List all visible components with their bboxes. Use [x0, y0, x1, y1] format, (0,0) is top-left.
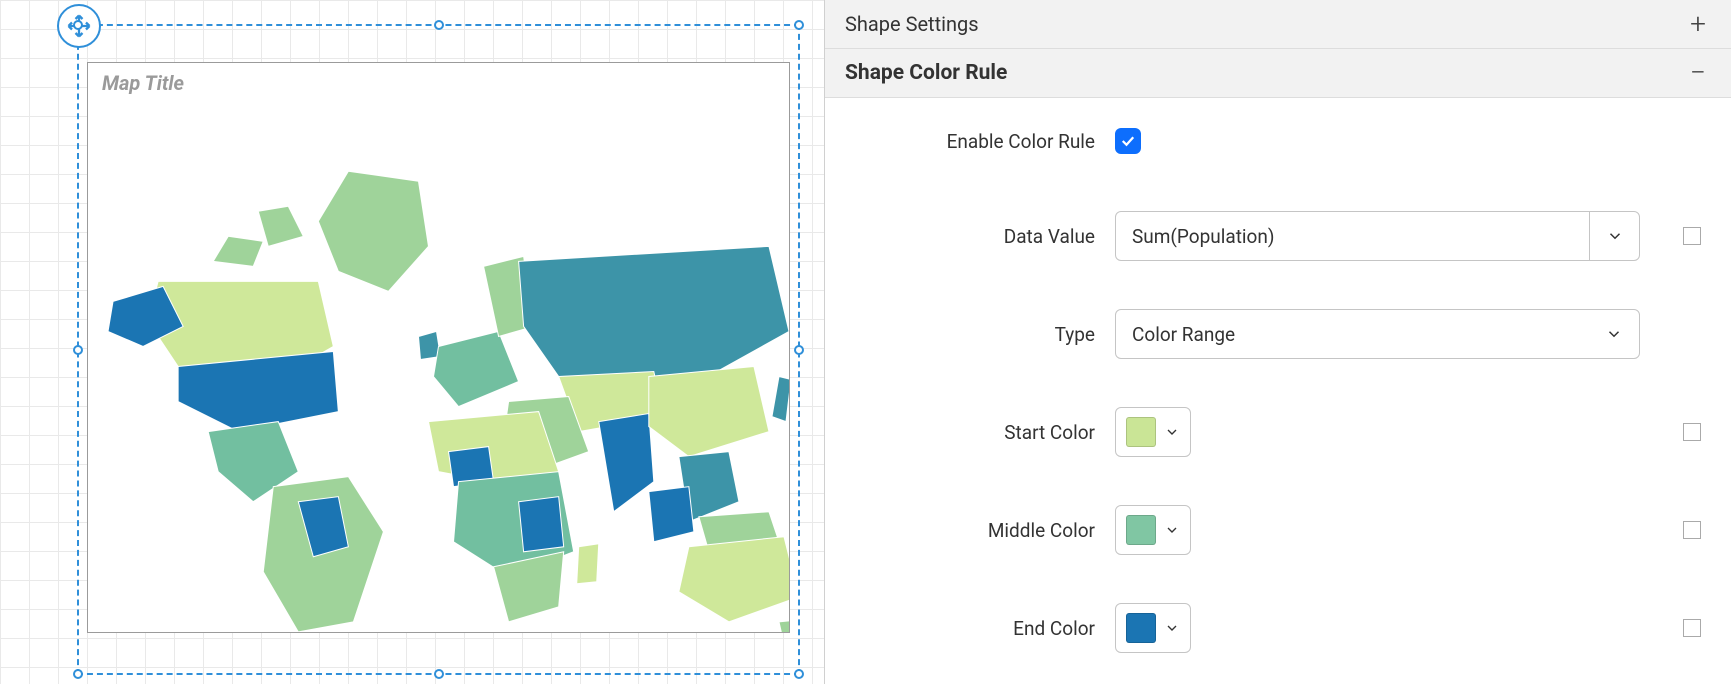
- middle-color-expression-toggle[interactable]: [1683, 521, 1701, 539]
- data-value-expression-toggle[interactable]: [1683, 227, 1701, 245]
- app-root: Map Title: [0, 0, 1731, 684]
- label-type: Type: [855, 323, 1115, 346]
- resize-handle-w[interactable]: [73, 345, 83, 355]
- start-color-picker[interactable]: [1115, 407, 1191, 457]
- collapse-icon: −: [1685, 63, 1711, 83]
- resize-handle-sw[interactable]: [73, 669, 83, 679]
- data-value-selected: Sum(Population): [1116, 212, 1589, 260]
- row-start-color: Start Color: [855, 407, 1701, 457]
- properties-panel: Shape Settings + Shape Color Rule − Enab…: [825, 0, 1731, 684]
- section-title: Shape Color Rule: [845, 61, 1007, 85]
- resize-handle-n[interactable]: [434, 20, 444, 30]
- data-value-select[interactable]: Sum(Population): [1115, 211, 1640, 261]
- type-selected: Color Range: [1116, 310, 1589, 358]
- type-select[interactable]: Color Range: [1115, 309, 1640, 359]
- label-middle-color: Middle Color: [855, 519, 1115, 542]
- label-data-value: Data Value: [855, 225, 1115, 248]
- shape-color-rule-body: Enable Color Rule Data Value Sum(Populat…: [825, 98, 1731, 684]
- design-canvas[interactable]: Map Title: [0, 0, 825, 684]
- label-enable-color-rule: Enable Color Rule: [855, 130, 1115, 153]
- end-color-expression-toggle[interactable]: [1683, 619, 1701, 637]
- chevron-down-icon: [1164, 620, 1180, 636]
- selection-outline[interactable]: Map Title: [77, 24, 800, 675]
- enable-color-rule-checkbox[interactable]: [1115, 128, 1141, 154]
- section-title: Shape Settings: [845, 12, 979, 36]
- row-enable-color-rule: Enable Color Rule: [855, 128, 1701, 155]
- map-report-item[interactable]: Map Title: [87, 62, 790, 633]
- chevron-down-icon: [1164, 522, 1180, 538]
- resize-handle-ne[interactable]: [794, 20, 804, 30]
- section-shape-settings[interactable]: Shape Settings +: [825, 0, 1731, 49]
- resize-handle-nw[interactable]: [73, 20, 83, 30]
- start-color-swatch: [1126, 417, 1156, 447]
- section-shape-color-rule[interactable]: Shape Color Rule −: [825, 49, 1731, 98]
- label-end-color: End Color: [855, 617, 1115, 640]
- resize-handle-s[interactable]: [434, 669, 444, 679]
- resize-handle-se[interactable]: [794, 669, 804, 679]
- row-type: Type Color Range: [855, 309, 1701, 359]
- start-color-expression-toggle[interactable]: [1683, 423, 1701, 441]
- chevron-down-icon: [1164, 424, 1180, 440]
- map-title: Map Title: [102, 71, 184, 95]
- row-data-value: Data Value Sum(Population): [855, 211, 1701, 261]
- expand-icon: +: [1685, 14, 1711, 34]
- row-end-color: End Color: [855, 603, 1701, 653]
- world-map-graphic: [88, 101, 789, 632]
- chevron-down-icon: [1589, 212, 1639, 260]
- end-color-swatch: [1126, 613, 1156, 643]
- label-start-color: Start Color: [855, 421, 1115, 444]
- end-color-picker[interactable]: [1115, 603, 1191, 653]
- middle-color-picker[interactable]: [1115, 505, 1191, 555]
- resize-handle-e[interactable]: [794, 345, 804, 355]
- middle-color-swatch: [1126, 515, 1156, 545]
- chevron-down-icon: [1589, 310, 1639, 358]
- row-middle-color: Middle Color: [855, 505, 1701, 555]
